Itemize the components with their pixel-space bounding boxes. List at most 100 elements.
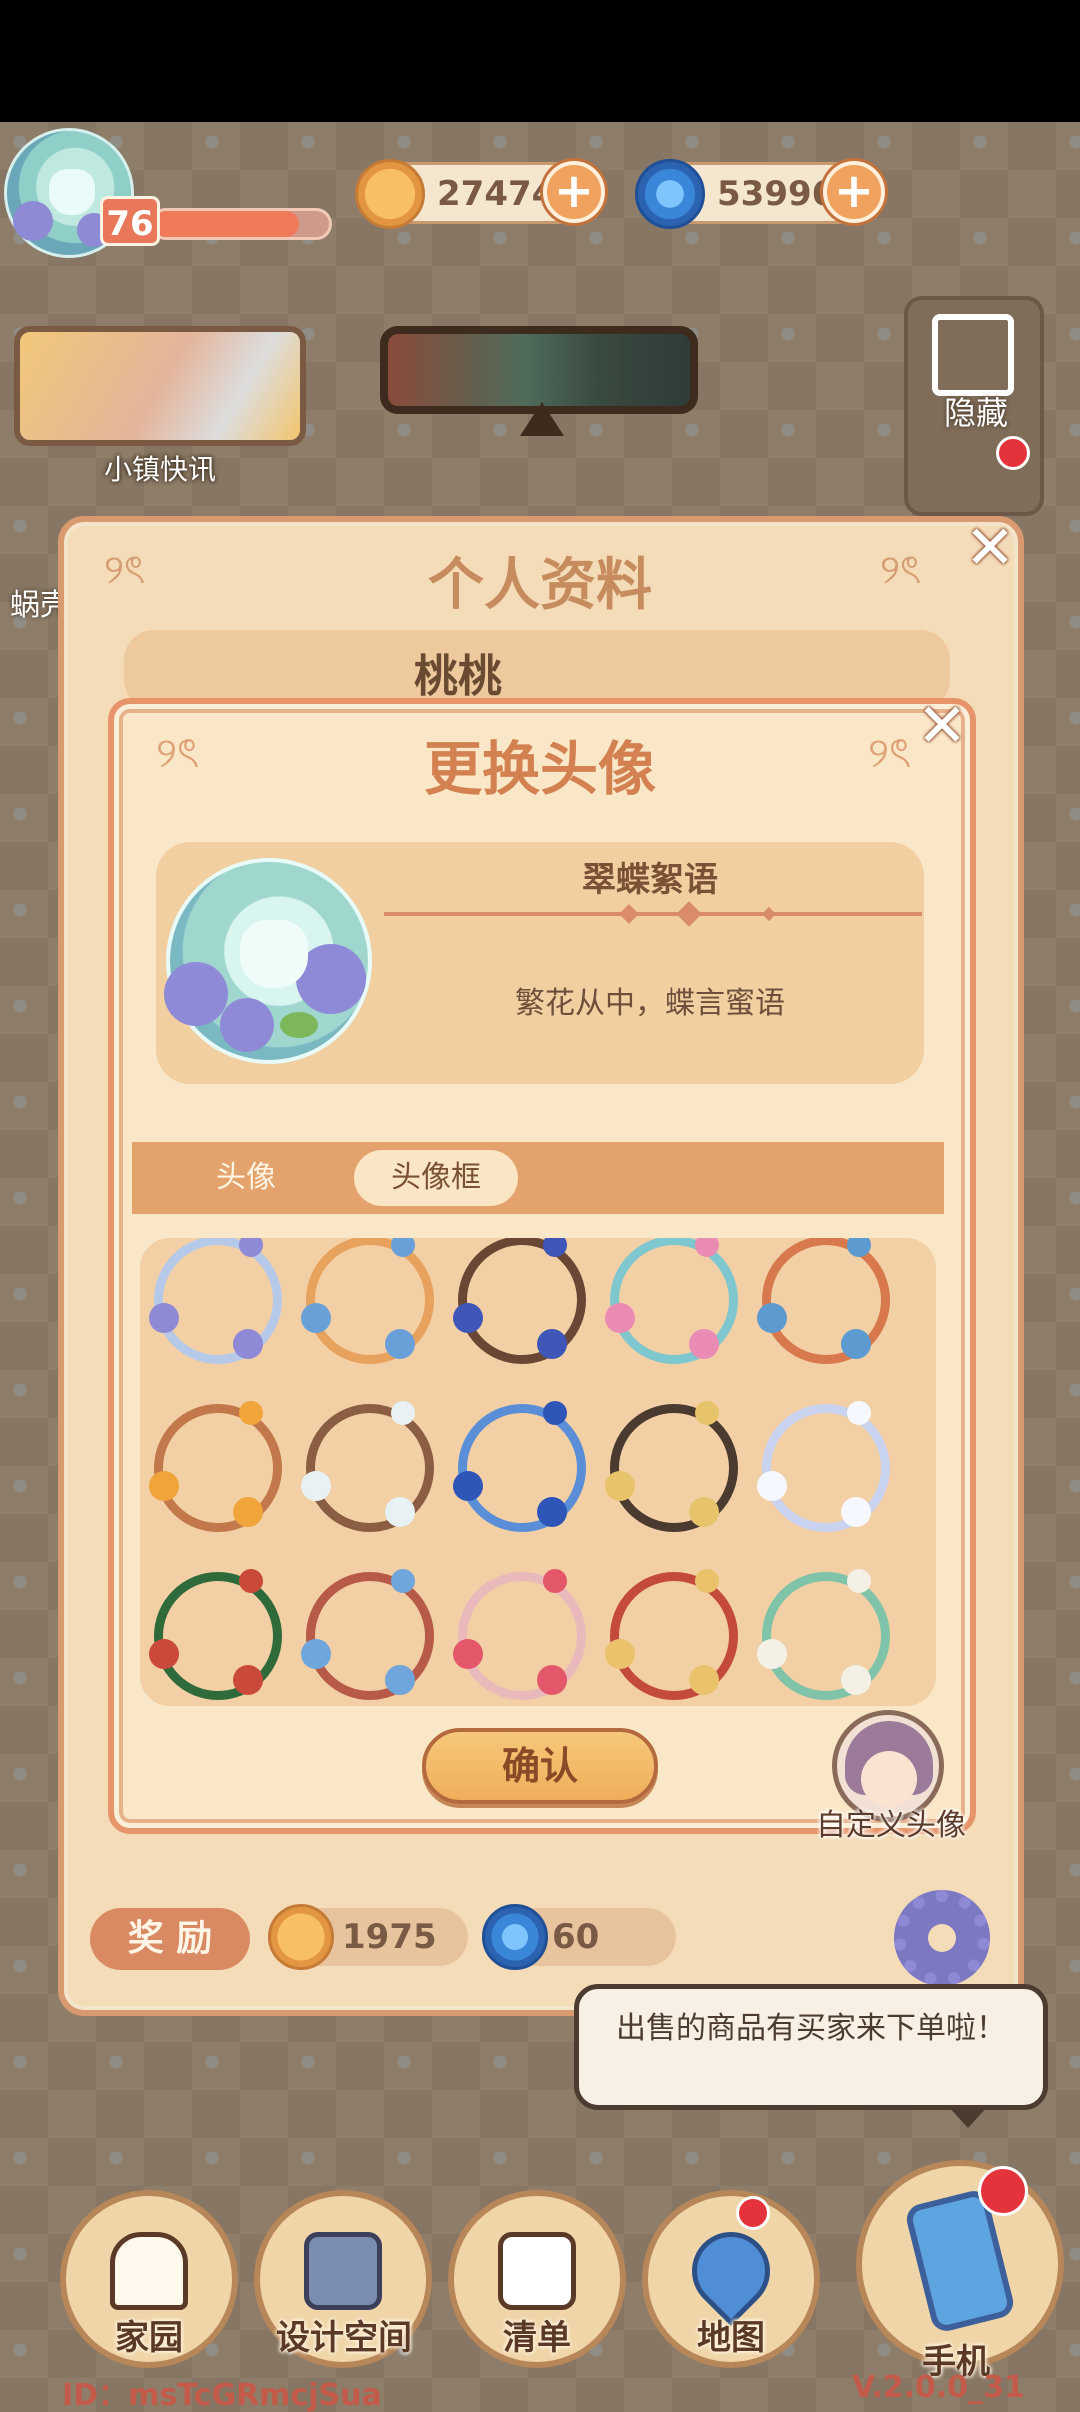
blue-rose-frame[interactable]: [453, 1401, 586, 1532]
frame-ornament-icon: [385, 1329, 415, 1359]
reward-coins: 1975: [268, 1904, 468, 1970]
lavender-bloom-frame[interactable]: [149, 1238, 282, 1364]
settings-gear-icon[interactable]: [894, 1890, 990, 1986]
xp-bar-fill: [153, 211, 300, 237]
guitar-rose-frame[interactable]: [453, 1238, 586, 1364]
frame-ornament-icon: [233, 1497, 263, 1527]
red-camellia-frame[interactable]: [605, 1569, 738, 1700]
notification-dot-icon: [736, 2196, 770, 2230]
winter-lantern-frame[interactable]: [301, 1569, 434, 1700]
player-id: ID：msTcGRmcjSua: [62, 2378, 382, 2412]
frame-ornament-icon: [537, 1497, 567, 1527]
frame-ornament-icon: [757, 1471, 787, 1501]
frame-ornament-icon: [847, 1238, 871, 1257]
nav-home-label: 家园: [115, 2318, 183, 2358]
frame-ornament-icon: [391, 1401, 415, 1425]
notification-dot-icon: [978, 2166, 1028, 2216]
frame-ornament-icon: [841, 1329, 871, 1359]
frame-ornament-icon: [453, 1639, 483, 1669]
dialog-title: 更换头像: [423, 735, 656, 803]
lighthouse-wave-frame[interactable]: [757, 1238, 890, 1364]
frame-ornament-icon: [847, 1401, 871, 1425]
add-gems-button[interactable]: +: [823, 161, 885, 223]
frame-ornament-icon: [605, 1639, 635, 1669]
reward-gems-value: 60: [552, 1917, 600, 1957]
frame-ornament-icon: [757, 1303, 787, 1333]
tab-avatar-frame[interactable]: 头像框: [354, 1150, 518, 1206]
avatar-face-icon: [861, 1751, 917, 1807]
hide-ui-icon[interactable]: [932, 314, 1014, 396]
flower-decoration: [13, 201, 53, 241]
frame-ornament-icon: [233, 1665, 263, 1695]
frame-ornament-icon: [543, 1238, 567, 1257]
frame-ornament-icon: [149, 1471, 179, 1501]
town-news-thumbnail[interactable]: [14, 326, 306, 446]
jade-lily-frame[interactable]: [757, 1569, 890, 1700]
close-profile-button[interactable]: ✕: [960, 518, 1020, 578]
design-ruler-icon: [304, 2232, 382, 2310]
frame-ornament-icon: [605, 1471, 635, 1501]
selected-frame-description: 繁花从中，蝶言蜜语: [515, 986, 785, 1021]
frame-ornament-icon: [301, 1639, 331, 1669]
frame-ornament-icon: [301, 1303, 331, 1333]
coin-icon: [355, 159, 425, 229]
frame-ornament-icon: [543, 1401, 567, 1425]
flourish-left-icon: ୨ৎ: [156, 728, 200, 777]
nav-checklist-label: 清单: [503, 2318, 571, 2358]
frame-ornament-icon: [239, 1238, 263, 1257]
silver-lace-frame[interactable]: [757, 1401, 890, 1532]
frame-ornament-icon: [841, 1665, 871, 1695]
rewards-label: 奖 励: [90, 1908, 250, 1970]
reward-gems: 60: [482, 1904, 676, 1970]
notification-dot-icon: [996, 436, 1030, 470]
frame-ornament-icon: [301, 1471, 331, 1501]
frame-ornament-icon: [757, 1639, 787, 1669]
player-name-text: 桃桃: [414, 651, 502, 702]
flourish-right-icon: ୨ৎ: [868, 728, 912, 777]
hide-ui-label: 隐藏: [943, 394, 1008, 432]
frame-ornament-icon: [847, 1569, 871, 1593]
add-coins-button[interactable]: +: [543, 161, 605, 223]
selected-frame-preview: [164, 858, 372, 1064]
flourish-left-icon: ୨ৎ: [104, 547, 146, 593]
gem-counter: 53996 +: [635, 159, 885, 229]
frame-ornament-icon: [391, 1569, 415, 1593]
frame-ornament-icon: [537, 1665, 567, 1695]
frame-ornament-icon: [149, 1303, 179, 1333]
title-divider: [384, 912, 922, 916]
flower-decoration: [164, 962, 228, 1026]
house-icon: [110, 2232, 188, 2310]
frame-ornament-icon: [239, 1569, 263, 1593]
frame-ornament-icon: [385, 1497, 415, 1527]
snowy-pine-frame[interactable]: [301, 1401, 434, 1532]
orange-ribbon-frame[interactable]: [301, 1238, 434, 1364]
gem-swirl-icon: [482, 1904, 548, 1970]
selected-frame-name: 翠蝶絮语: [582, 860, 718, 900]
leaf-decoration: [280, 1012, 318, 1038]
frame-ornament-icon: [841, 1497, 871, 1527]
coin-counter: 274743 +: [355, 159, 605, 229]
frame-ornament-icon: [453, 1471, 483, 1501]
checklist-icon: [498, 2232, 576, 2310]
town-news-label: 小镇快讯: [103, 453, 216, 486]
autumn-vine-frame[interactable]: [149, 1401, 282, 1532]
heart-rose-frame[interactable]: [453, 1569, 586, 1700]
tab-avatar[interactable]: 头像: [196, 1150, 296, 1206]
frame-ornament-icon: [453, 1303, 483, 1333]
gem-amount: 53996: [717, 174, 836, 214]
nav-map-label: 地图: [697, 2318, 765, 2358]
close-dialog-button[interactable]: ✕: [912, 696, 972, 756]
bubble-tail-icon: [948, 2106, 988, 2128]
tribal-pattern-frame[interactable]: [149, 1569, 282, 1700]
frame-ornament-icon: [689, 1665, 719, 1695]
confirm-button[interactable]: 确认: [422, 1728, 658, 1804]
custom-avatar-label: 自定义头像: [816, 1808, 966, 1843]
pearl-leaf-frame[interactable]: [605, 1401, 738, 1532]
cat-avatar-icon: [49, 169, 95, 215]
frame-ornament-icon: [391, 1238, 415, 1257]
seashell-frame[interactable]: [605, 1238, 738, 1364]
frame-ornament-icon: [605, 1303, 635, 1333]
weather-banner[interactable]: [380, 326, 698, 414]
profile-title: 个人资料: [428, 553, 652, 618]
coin-icon: [268, 1904, 334, 1970]
